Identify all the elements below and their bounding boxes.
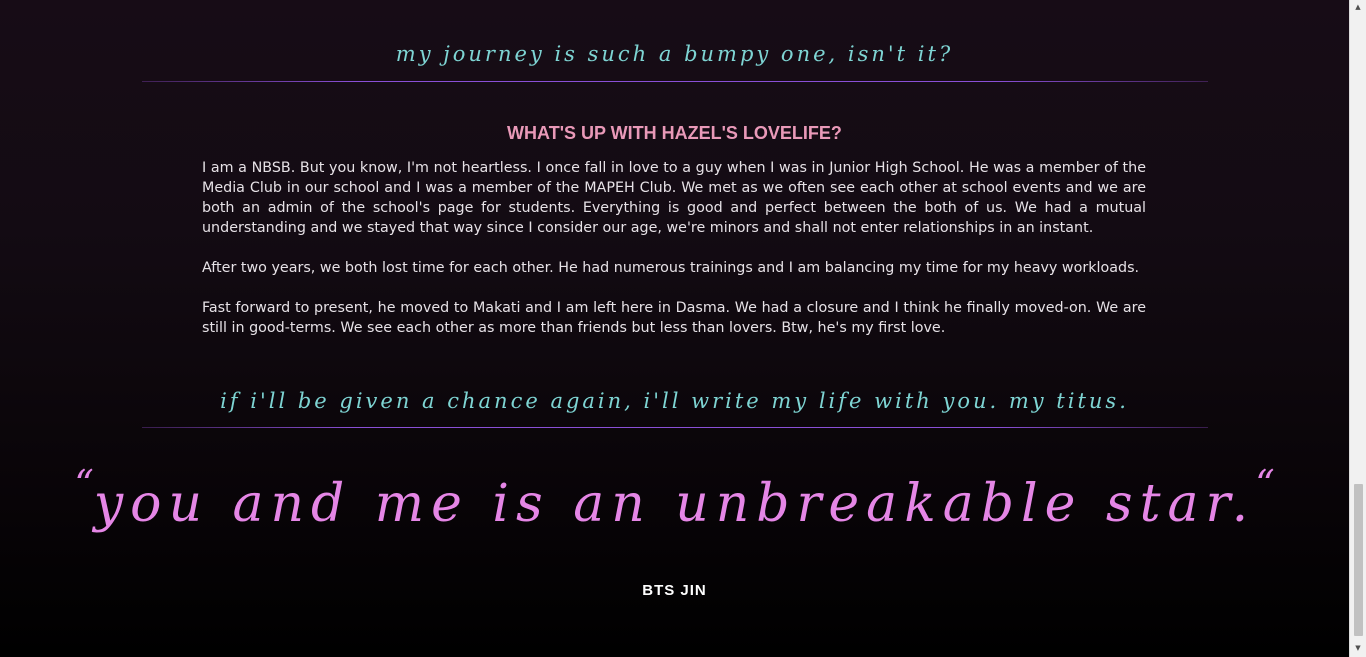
page-content: my journey is such a bumpy one, isn't it… bbox=[0, 0, 1349, 657]
chance-caption: if i'll be given a chance again, i'll wr… bbox=[220, 389, 1129, 413]
close-quote-mark: “ bbox=[1255, 462, 1275, 506]
section-divider bbox=[142, 427, 1208, 428]
journey-caption: my journey is such a bumpy one, isn't it… bbox=[395, 42, 954, 66]
scrollbar-thumb[interactable] bbox=[1354, 484, 1363, 636]
featured-quote: “you and me is an unbreakable star.“ bbox=[0, 462, 1349, 534]
scroll-down-arrow-icon[interactable]: ▼ bbox=[1350, 641, 1366, 655]
story-paragraph: After two years, we both lost time for e… bbox=[202, 260, 1140, 276]
story-paragraph: Fast forward to present, he moved to Mak… bbox=[202, 300, 1146, 336]
section-divider bbox=[142, 81, 1208, 82]
scroll-up-arrow-icon[interactable]: ▲ bbox=[1350, 0, 1366, 14]
lovelife-story: I am a NBSB. But you know, I'm not heart… bbox=[202, 158, 1146, 358]
lovelife-heading: WHAT'S UP WITH HAZEL'S LOVELIFE? bbox=[507, 123, 842, 143]
vertical-scrollbar[interactable]: ▲ ▼ bbox=[1349, 0, 1366, 657]
story-paragraph: I am a NBSB. But you know, I'm not heart… bbox=[202, 160, 1146, 236]
quote-text: you and me is an unbreakable star. bbox=[93, 474, 1256, 534]
quote-author: BTS JIN bbox=[642, 582, 707, 599]
open-quote-mark: “ bbox=[74, 462, 94, 506]
